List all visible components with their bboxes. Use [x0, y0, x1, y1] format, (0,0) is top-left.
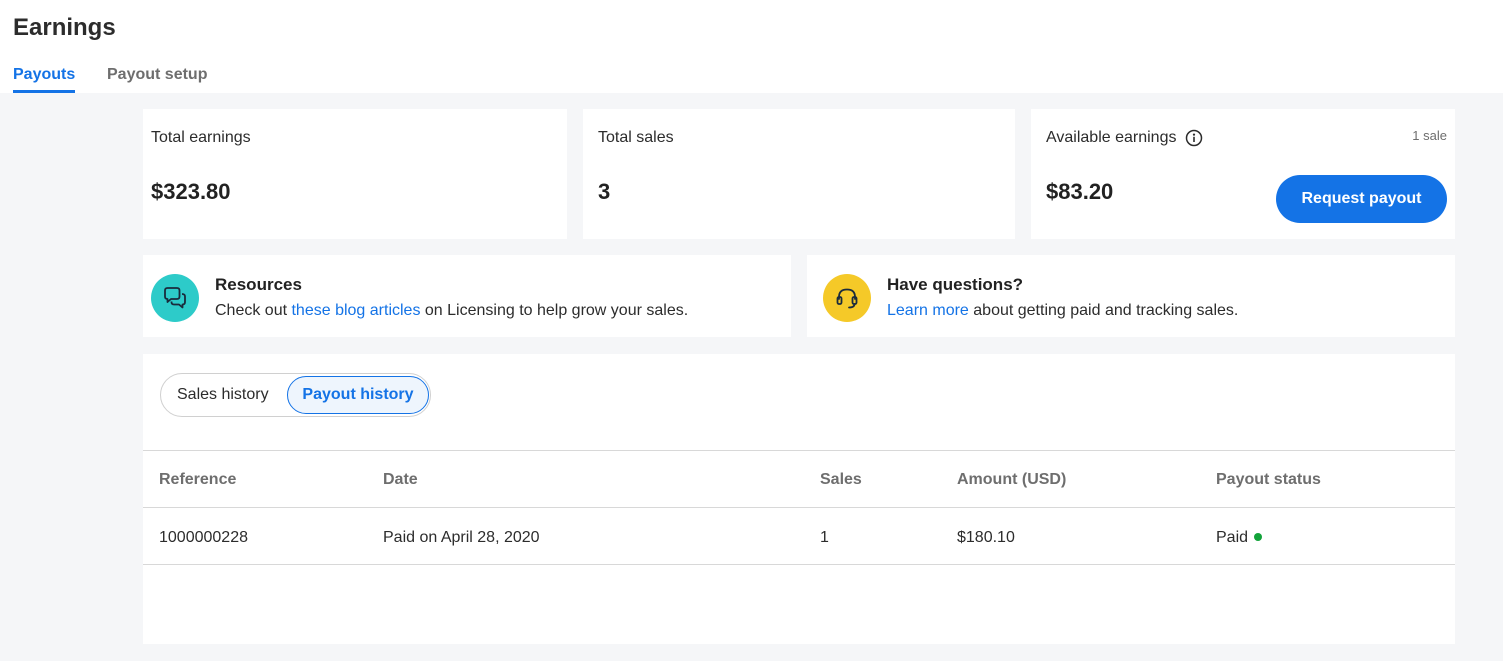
column-header-payout-status: Payout status [1216, 471, 1321, 488]
resources-title: Resources [215, 275, 302, 294]
column-header-reference: Reference [159, 471, 237, 488]
divider [143, 564, 1455, 565]
questions-text: Learn more about getting paid and tracki… [887, 302, 1238, 320]
cell-sales: 1 [820, 529, 829, 546]
history-card: Sales history Payout history Reference D… [143, 354, 1455, 644]
blog-articles-link[interactable]: these blog articles [291, 302, 420, 319]
cell-amount: $180.10 [957, 529, 1015, 546]
available-earnings-card: Available earnings 1 sale $83.20 Request… [1031, 109, 1455, 239]
request-payout-button[interactable]: Request payout [1276, 175, 1447, 223]
payout-history-toggle[interactable]: Payout history [287, 376, 429, 414]
headset-icon [823, 274, 871, 322]
questions-title: Have questions? [887, 275, 1024, 294]
status-dot-icon [1254, 532, 1263, 541]
sales-history-toggle[interactable]: Sales history [177, 376, 269, 414]
history-segmented-control: Sales history Payout history [160, 373, 431, 417]
total-sales-value: 3 [598, 179, 611, 204]
divider [143, 507, 1455, 508]
tab-payouts[interactable]: Payouts [13, 66, 76, 93]
resources-text: Check out these blog articles on Licensi… [215, 302, 688, 320]
resources-text-after: on Licensing to help grow your sales. [420, 302, 689, 319]
chat-bubbles-icon [151, 274, 199, 322]
total-earnings-card: Total earnings $323.80 [143, 109, 567, 239]
resources-text-before: Check out [215, 302, 292, 319]
questions-card: Have questions? Learn more about getting… [807, 255, 1455, 337]
column-header-amount: Amount (USD) [957, 471, 1067, 488]
resources-card: Resources Check out these blog articles … [143, 255, 791, 337]
main-content: Total earnings $323.80 Total sales 3 Ava… [0, 93, 1503, 661]
questions-text-after: about getting paid and tracking sales. [968, 302, 1239, 319]
total-sales-label: Total sales [598, 129, 674, 146]
total-sales-card: Total sales 3 [583, 109, 1015, 239]
page-title: Earnings [13, 14, 116, 41]
sale-count: 1 sale [1412, 128, 1447, 143]
total-earnings-value: $323.80 [151, 179, 231, 204]
column-header-sales: Sales [820, 471, 862, 488]
cell-payout-status: Paid [1216, 529, 1263, 547]
cell-reference: 1000000228 [159, 529, 248, 546]
divider [143, 450, 1455, 451]
tab-payout-setup[interactable]: Payout setup [107, 66, 207, 84]
column-header-date: Date [383, 471, 418, 488]
total-earnings-label: Total earnings [151, 129, 251, 146]
info-icon[interactable] [1185, 129, 1203, 147]
status-text: Paid [1216, 529, 1249, 546]
available-earnings-value: $83.20 [1046, 179, 1114, 204]
available-earnings-label: Available earnings [1046, 129, 1177, 146]
learn-more-link[interactable]: Learn more [887, 302, 969, 319]
cell-date: Paid on April 28, 2020 [383, 529, 540, 546]
